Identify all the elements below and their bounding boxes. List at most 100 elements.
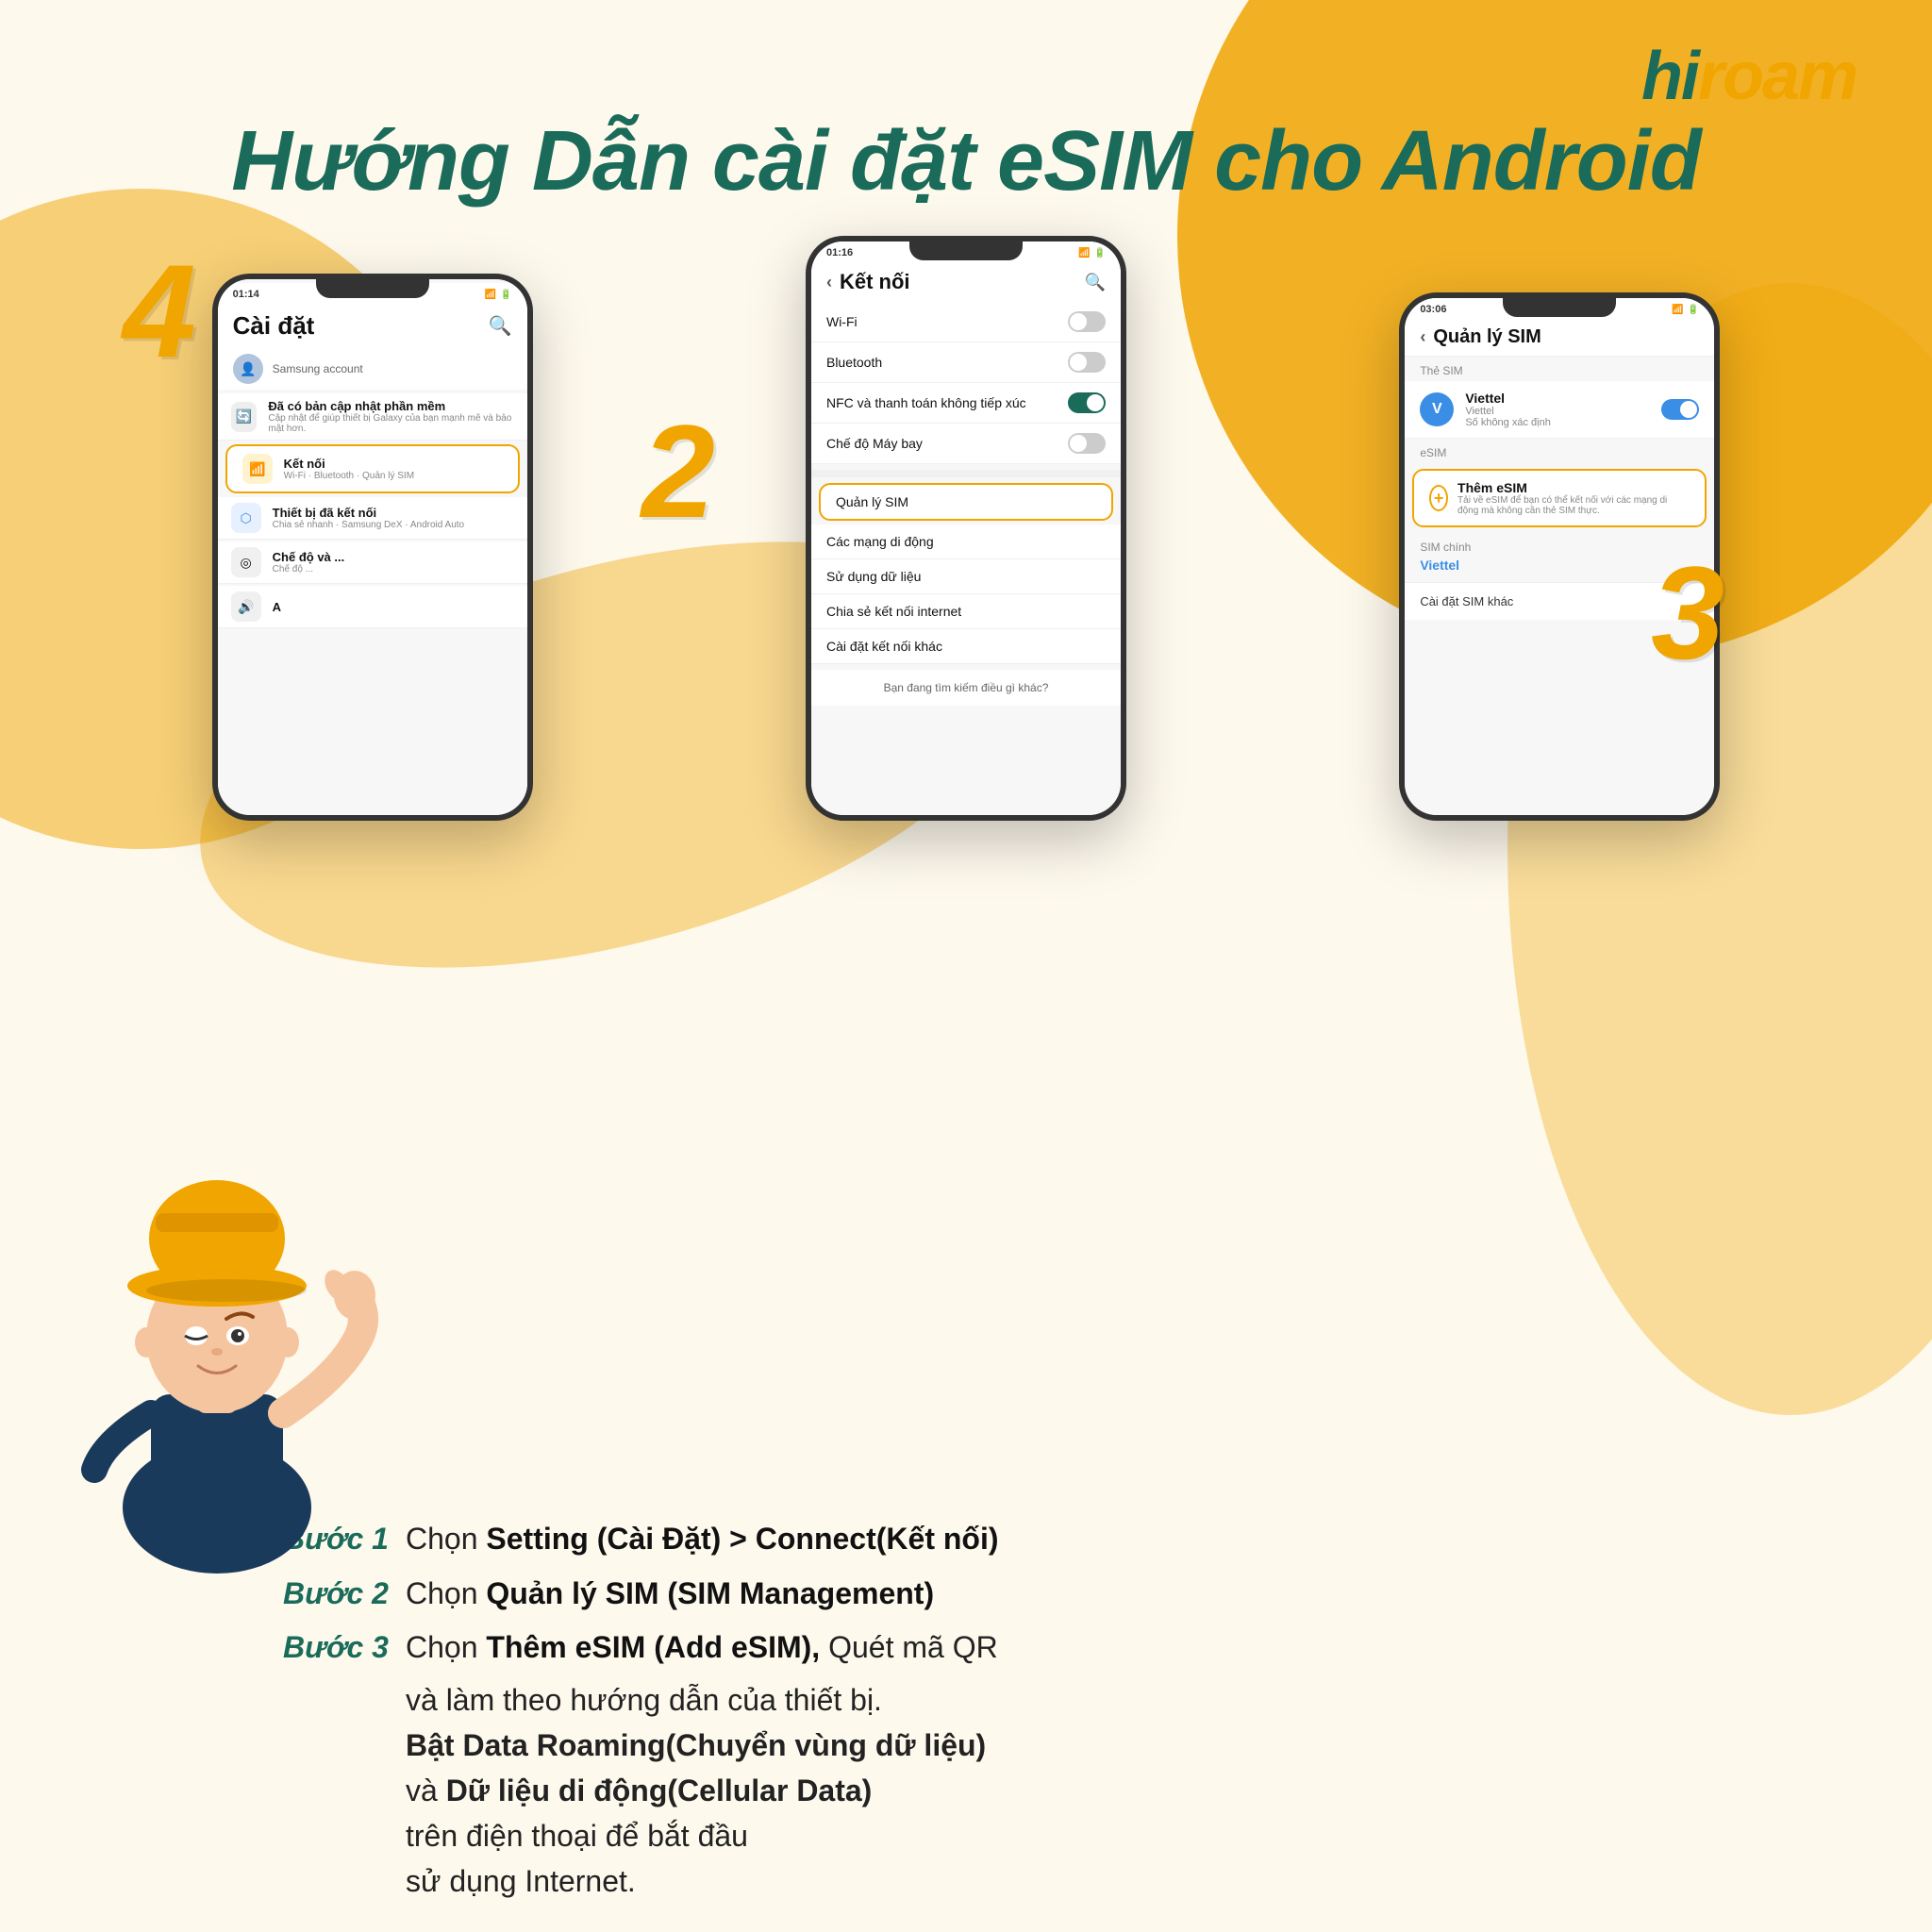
conn-wifi-label: Wi-Fi bbox=[826, 314, 858, 329]
mode-icon: ◎ bbox=[241, 555, 252, 571]
conn-wifi[interactable]: Wi-Fi bbox=[811, 302, 1121, 342]
conn-nfc-label: NFC và thanh toán không tiếp xúc bbox=[826, 395, 1026, 410]
step3-line3: Bật Data Roaming(Chuyển vùng dữ liệu) bbox=[283, 1723, 1875, 1768]
phone-1-settings: 01:14 📶 🔋 Cài đặt 🔍 👤 Samsung account 🔄 bbox=[212, 274, 533, 821]
sim-viettel-number: Số không xác định bbox=[1465, 417, 1650, 428]
update-title: Đã có bản cập nhật phần mềm bbox=[268, 399, 513, 413]
conn-mobile-networks[interactable]: Các mạng di động bbox=[811, 525, 1121, 559]
conn-sim-label: Quản lý SIM bbox=[836, 494, 908, 509]
conn-bluetooth[interactable]: Bluetooth bbox=[811, 342, 1121, 383]
samsung-avatar: 👤 bbox=[233, 354, 263, 384]
conn-hotspot-label: Chia sẻ kết nối internet bbox=[826, 604, 961, 619]
sim-avatar-letter: V bbox=[1432, 401, 1442, 418]
phone2-header: ‹ Kết nối 🔍 bbox=[811, 260, 1121, 302]
step1-text: Chọn Setting (Cài Đặt) > Connect(Kết nối… bbox=[406, 1515, 999, 1563]
phone3-header: ‹ Quản lý SIM bbox=[1405, 317, 1714, 357]
conn-sim-management[interactable]: Quản lý SIM bbox=[819, 483, 1113, 521]
conn-search-prompt[interactable]: Bạn đang tìm kiếm điều gì khác? bbox=[811, 670, 1121, 706]
sound-title: A bbox=[273, 600, 281, 614]
settings-item-paired[interactable]: ⬡ Thiết bị đã kết nối Chia sẻ nhanh · Sa… bbox=[218, 497, 527, 540]
settings-item-update[interactable]: 🔄 Đã có bản cập nhật phần mềm Cập nhật đ… bbox=[218, 393, 527, 441]
instructions-section: Bước 1 Chọn Setting (Cài Đặt) > Connect(… bbox=[283, 1515, 1875, 1904]
update-icon: 🔄 bbox=[236, 408, 252, 425]
phone3-battery-icon: 🔋 bbox=[1688, 305, 1699, 315]
mode-title: Chế độ và ... bbox=[273, 550, 345, 564]
sim-the-sim-label: Thẻ SIM bbox=[1405, 357, 1714, 381]
step2-row: Bước 2 Chọn Quản lý SIM (SIM Management) bbox=[283, 1570, 1875, 1618]
conn-other-settings[interactable]: Cài đặt kết nối khác bbox=[811, 629, 1121, 664]
conn-bluetooth-label: Bluetooth bbox=[826, 355, 882, 370]
phone2-status-icons: 📶 🔋 bbox=[1078, 248, 1106, 258]
conn-nfc[interactable]: NFC và thanh toán không tiếp xúc bbox=[811, 383, 1121, 424]
step3-line5: trên điện thoại để bắt đầu bbox=[283, 1813, 1875, 1858]
esim-section-label: eSIM bbox=[1405, 439, 1714, 463]
samsung-account-row[interactable]: 👤 Samsung account bbox=[218, 348, 527, 390]
phone2-screen-title: Kết nối bbox=[840, 270, 1077, 294]
step3-line2: và làm theo hướng dẫn của thiết bị. bbox=[283, 1677, 1875, 1723]
phone3-status-icons: 📶 🔋 bbox=[1672, 305, 1699, 315]
conn-data-usage[interactable]: Sử dụng dữ liệu bbox=[811, 559, 1121, 594]
bluetooth-toggle[interactable] bbox=[1068, 352, 1106, 373]
sound-icon-box: 🔊 bbox=[231, 591, 261, 622]
esim-add-title: Thêm eSIM bbox=[1457, 480, 1690, 495]
phone1-status-icons: 📶 🔋 bbox=[485, 290, 512, 300]
step-number-2: 2 bbox=[641, 406, 715, 538]
mode-item-text: Chế độ và ... Chế độ ... bbox=[273, 550, 345, 575]
phones-container: 01:14 📶 🔋 Cài đặt 🔍 👤 Samsung account 🔄 bbox=[75, 236, 1857, 821]
airplane-toggle[interactable] bbox=[1068, 433, 1106, 454]
viettel-sim-toggle[interactable] bbox=[1661, 399, 1699, 420]
phone1-search-icon[interactable]: 🔍 bbox=[489, 314, 512, 338]
update-icon-box: 🔄 bbox=[231, 402, 258, 432]
sim-viettel-item[interactable]: V Viettel Viettel Số không xác định bbox=[1405, 381, 1714, 439]
esim-plus-icon: + bbox=[1429, 485, 1448, 511]
phone2-content: 01:16 📶 🔋 ‹ Kết nối 🔍 Wi-Fi Bluetooth bbox=[811, 242, 1121, 815]
phone2-wifi-icon: 📶 bbox=[1078, 248, 1090, 258]
phone2-search-icon[interactable]: 🔍 bbox=[1085, 273, 1106, 292]
step2-text: Chọn Quản lý SIM (SIM Management) bbox=[406, 1570, 934, 1618]
connect-item-text: Kết nối Wi-Fi · Bluetooth · Quản lý SIM bbox=[284, 457, 414, 481]
brand-logo: hiroam bbox=[1641, 38, 1857, 115]
step3-row: Bước 3 Chọn Thêm eSIM (Add eSIM), Quét m… bbox=[283, 1624, 1875, 1672]
phone1-header: Cài đặt 🔍 bbox=[218, 302, 527, 348]
back-arrow-icon[interactable]: ‹ bbox=[826, 273, 832, 292]
sim-viettel-name: Viettel bbox=[1465, 391, 1650, 406]
paired-icon-box: ⬡ bbox=[231, 503, 261, 533]
phone3-back-icon[interactable]: ‹ bbox=[1420, 327, 1425, 347]
phone1-content: 01:14 📶 🔋 Cài đặt 🔍 👤 Samsung account 🔄 bbox=[218, 279, 527, 815]
conn-airplane[interactable]: Chế độ Máy bay bbox=[811, 424, 1121, 464]
logo-roam: roam bbox=[1698, 39, 1857, 114]
conn-mobile-label: Các mạng di động bbox=[826, 534, 934, 549]
settings-item-mode[interactable]: ◎ Chế độ và ... Chế độ ... bbox=[218, 541, 527, 584]
conn-divider bbox=[811, 470, 1121, 477]
phone2-notch bbox=[909, 242, 1023, 260]
phone1-time: 01:14 bbox=[233, 289, 259, 300]
update-sub: Cập nhật để giúp thiết bị Galaxy của bạn… bbox=[268, 413, 513, 434]
esim-add-text: Thêm eSIM Tải về eSIM để bạn có thể kết … bbox=[1457, 480, 1690, 516]
character-illustration bbox=[38, 1111, 396, 1583]
phone2-time: 01:16 bbox=[826, 247, 853, 258]
esim-add-desc: Tải về eSIM để bạn có thể kết nối với cá… bbox=[1457, 495, 1690, 516]
settings-item-connect[interactable]: 📶 Kết nối Wi-Fi · Bluetooth · Quản lý SI… bbox=[225, 444, 520, 493]
battery-icon: 🔋 bbox=[500, 290, 511, 300]
paired-title: Thiết bị đã kết nối bbox=[273, 506, 464, 520]
wifi-toggle[interactable] bbox=[1068, 311, 1106, 332]
wifi-status-icon: 📶 bbox=[485, 290, 496, 300]
phone1-screen-title: Cài đặt bbox=[233, 311, 315, 341]
paired-item-text: Thiết bị đã kết nối Chia sẻ nhanh · Sams… bbox=[273, 506, 464, 530]
connect-icon-box: 📶 bbox=[242, 454, 273, 484]
conn-hotspot[interactable]: Chia sẻ kết nối internet bbox=[811, 594, 1121, 629]
sound-item-text: A bbox=[273, 600, 281, 614]
phone3-wifi-icon: 📶 bbox=[1672, 305, 1683, 315]
phone2-battery-icon: 🔋 bbox=[1094, 248, 1106, 258]
settings-item-sound[interactable]: 🔊 A bbox=[218, 586, 527, 628]
step3-label: Bước 3 bbox=[283, 1624, 406, 1672]
step-number-3: 3 bbox=[1651, 547, 1724, 679]
add-esim-button[interactable]: + Thêm eSIM Tải về eSIM để bạn có thể kế… bbox=[1412, 469, 1707, 527]
phone3-screen-title: Quản lý SIM bbox=[1433, 326, 1541, 348]
mode-sub: Chế độ ... bbox=[273, 564, 345, 575]
phone3-notch bbox=[1503, 298, 1616, 317]
nfc-toggle[interactable] bbox=[1068, 392, 1106, 413]
phone3-time: 03:06 bbox=[1420, 304, 1446, 315]
paired-icon: ⬡ bbox=[241, 510, 252, 526]
conn-other-label: Cài đặt kết nối khác bbox=[826, 639, 942, 654]
